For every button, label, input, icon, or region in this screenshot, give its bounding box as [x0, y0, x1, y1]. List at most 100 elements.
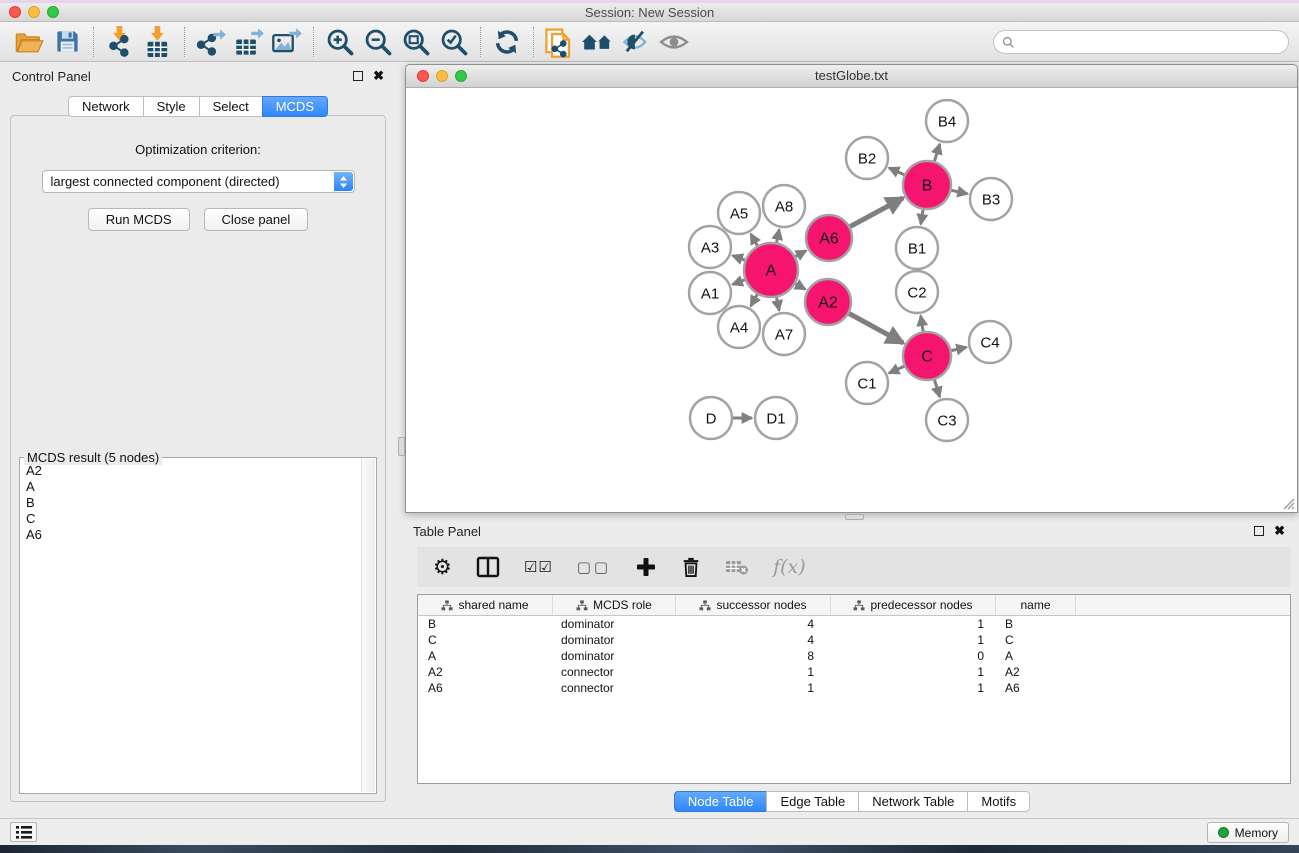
table-cell[interactable]: C [418, 632, 553, 648]
table-row[interactable]: Adominator80A [418, 648, 1290, 664]
export-network-icon[interactable] [192, 24, 230, 60]
float-table-panel-icon[interactable] [1254, 526, 1264, 536]
table-cell[interactable]: 1 [831, 680, 996, 696]
new-network-from-selection-icon[interactable] [541, 24, 579, 60]
import-table-icon[interactable] [139, 24, 177, 60]
graph-node-C2[interactable]: C2 [896, 271, 938, 313]
table-cell[interactable]: B [418, 616, 553, 632]
table-cell[interactable]: 1 [831, 664, 996, 680]
import-network-icon[interactable] [101, 24, 139, 60]
graph-node-D[interactable]: D [690, 397, 732, 439]
table-cell[interactable]: 0 [831, 648, 996, 664]
graph-node-C1[interactable]: C1 [846, 362, 888, 404]
close-table-panel-icon[interactable]: ✖ [1274, 525, 1285, 537]
create-column-icon[interactable] [635, 552, 657, 582]
column-header-shared-name[interactable]: shared name [418, 595, 553, 615]
table-cell[interactable]: connector [553, 664, 676, 680]
table-cell[interactable]: 4 [676, 632, 831, 648]
delete-columns-icon[interactable] [681, 552, 701, 582]
graph-node-A2[interactable]: A2 [805, 279, 851, 325]
optimization-criterion-select[interactable]: largest connected component (directed) [42, 170, 355, 193]
graph-node-A7[interactable]: A7 [763, 313, 805, 355]
graph-edge-A2-C[interactable] [849, 314, 903, 344]
zoom-fit-icon[interactable] [397, 24, 435, 60]
column-header-name[interactable]: name [996, 595, 1076, 615]
table-cell[interactable]: 1 [676, 664, 831, 680]
horizontal-splitter-handle[interactable] [845, 514, 864, 520]
minimize-window-button[interactable] [28, 6, 40, 18]
table-cell[interactable]: 4 [676, 616, 831, 632]
mcds-result-item[interactable]: A6 [26, 527, 361, 543]
table-cell[interactable]: 1 [831, 616, 996, 632]
table-cell[interactable]: 1 [831, 632, 996, 648]
close-panel-button[interactable]: Close panel [204, 208, 309, 231]
network-minimize-button[interactable] [436, 70, 448, 82]
graph-edge-B-B3[interactable] [951, 190, 967, 194]
network-canvas[interactable]: B4B2BB3A5A8A6A3B1AA1C2A2A4A7C4CC1DD1C3 [406, 89, 1297, 512]
hide-selected-icon[interactable] [617, 24, 655, 60]
tab-style[interactable]: Style [143, 96, 200, 117]
graph-node-A4[interactable]: A4 [718, 306, 760, 348]
graph-node-A[interactable]: A [744, 243, 798, 297]
graph-edge-A-A5[interactable] [751, 234, 758, 246]
graph-edge-A-A2[interactable] [795, 284, 805, 290]
tab-motifs[interactable]: Motifs [967, 791, 1030, 812]
table-cell[interactable]: dominator [553, 616, 676, 632]
graph-node-B[interactable]: B [903, 161, 951, 209]
graph-edge-A-A7[interactable] [777, 297, 780, 310]
graph-edge-C-C2[interactable] [921, 316, 923, 332]
select-all-columns-icon[interactable]: ☑☑ [524, 552, 553, 582]
network-zoom-button[interactable] [455, 70, 467, 82]
close-panel-icon[interactable]: ✖ [373, 70, 384, 82]
search-input[interactable] [1015, 32, 1288, 52]
table-cell[interactable]: connector [553, 680, 676, 696]
search-field[interactable] [993, 30, 1289, 54]
refresh-icon[interactable] [488, 24, 526, 60]
graph-edge-C-C1[interactable] [889, 366, 904, 373]
column-header-MCDS-role[interactable]: MCDS role [553, 595, 676, 615]
resize-grip-icon[interactable] [1281, 496, 1295, 510]
graph-edge-A-A6[interactable] [796, 251, 807, 257]
table-cell[interactable]: 8 [676, 648, 831, 664]
mcds-result-item[interactable]: B [26, 495, 361, 511]
graph-edge-A-A4[interactable] [751, 294, 758, 306]
graph-node-D1[interactable]: D1 [755, 397, 797, 439]
network-window-titlebar[interactable]: testGlobe.txt [406, 65, 1297, 88]
close-window-button[interactable] [9, 6, 21, 18]
zoom-out-icon[interactable] [359, 24, 397, 60]
unselect-all-columns-icon[interactable]: ▢▢ [577, 552, 611, 582]
column-settings-gear-icon[interactable]: ⚙ [433, 552, 452, 582]
table-cell[interactable]: A6 [418, 680, 553, 696]
mcds-result-item[interactable]: A [26, 479, 361, 495]
graph-node-A6[interactable]: A6 [806, 215, 852, 261]
graph-node-A3[interactable]: A3 [689, 226, 731, 268]
graph-edge-B-B2[interactable] [889, 168, 904, 175]
tab-mcds[interactable]: MCDS [262, 96, 328, 117]
tab-edge-table[interactable]: Edge Table [766, 791, 859, 812]
table-cell[interactable]: A [418, 648, 553, 664]
tab-network[interactable]: Network [68, 96, 144, 117]
graph-node-C3[interactable]: C3 [926, 399, 968, 441]
mcds-result-list[interactable]: A2ABCA6 [21, 459, 361, 792]
tab-node-table[interactable]: Node Table [674, 791, 768, 812]
graph-node-B4[interactable]: B4 [926, 100, 968, 142]
table-cell[interactable]: dominator [553, 632, 676, 648]
zoom-window-button[interactable] [47, 6, 59, 18]
open-file-icon[interactable] [10, 24, 48, 60]
float-panel-icon[interactable] [353, 71, 363, 81]
export-table-icon[interactable] [230, 24, 268, 60]
table-cell[interactable]: C [996, 632, 1076, 648]
export-image-icon[interactable] [268, 24, 306, 60]
graph-node-A8[interactable]: A8 [763, 185, 805, 227]
column-header-predecessor-nodes[interactable]: predecessor nodes [831, 595, 996, 615]
table-cell[interactable]: B [996, 616, 1076, 632]
mcds-result-item[interactable]: A2 [26, 463, 361, 479]
graph-node-C[interactable]: C [903, 332, 951, 380]
graph-node-B2[interactable]: B2 [846, 137, 888, 179]
zoom-in-icon[interactable] [321, 24, 359, 60]
first-neighbors-icon[interactable] [579, 24, 617, 60]
table-cell[interactable]: dominator [553, 648, 676, 664]
table-cell[interactable]: A2 [996, 664, 1076, 680]
mcds-result-item[interactable]: C [26, 511, 361, 527]
graph-edge-C-C4[interactable] [951, 347, 966, 350]
